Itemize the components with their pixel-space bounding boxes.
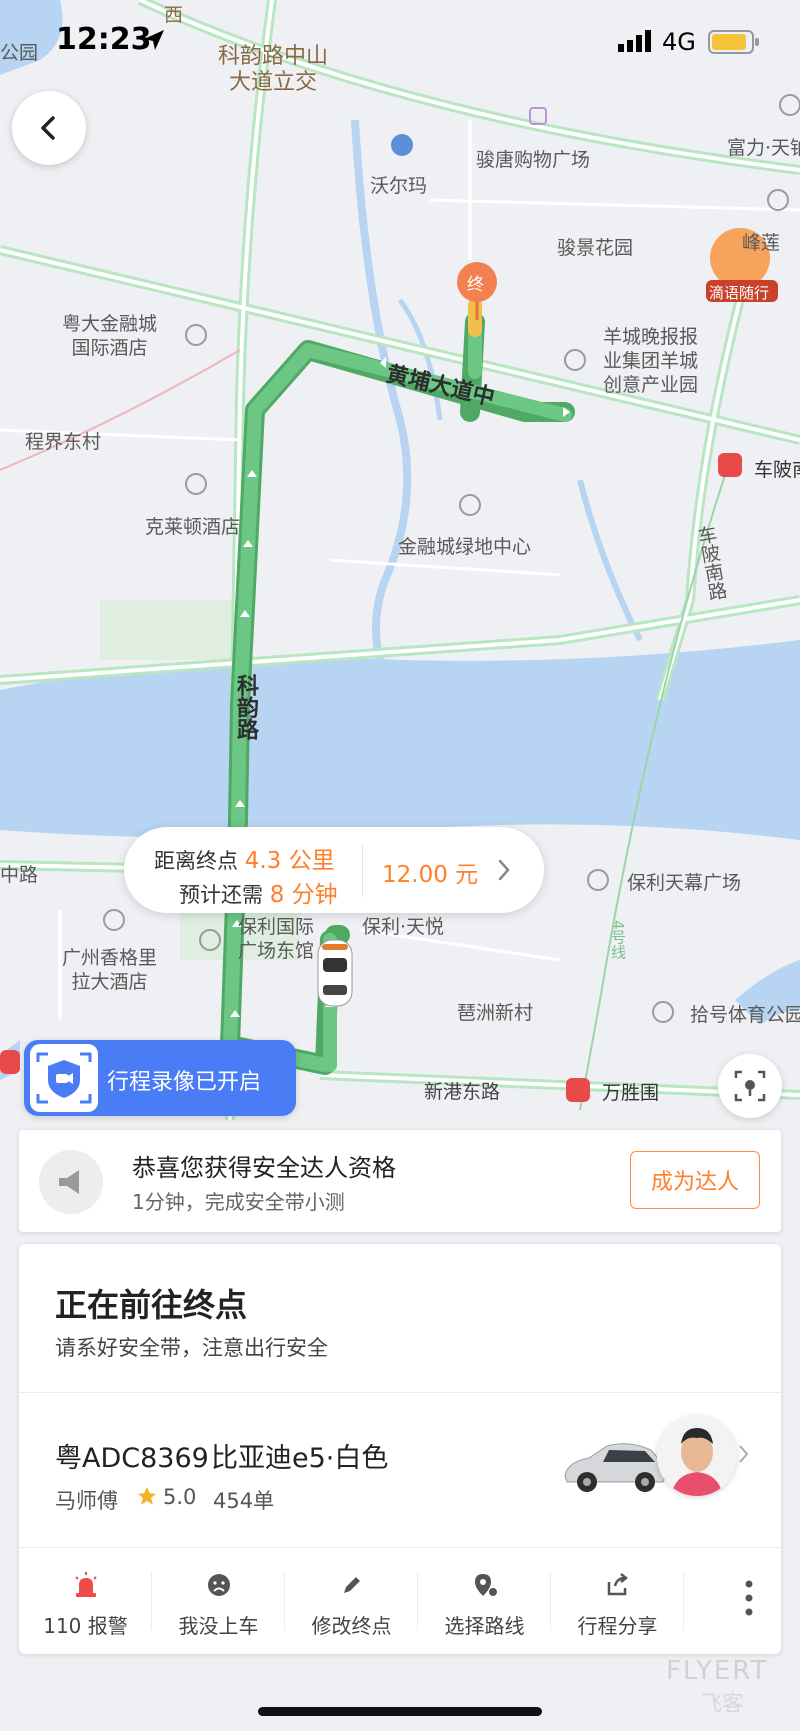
alarm-icon xyxy=(74,1572,97,1597)
megaphone-icon xyxy=(39,1150,103,1214)
watermark: FLYERT xyxy=(666,1656,769,1686)
car-model: 比亚迪e5·白色 xyxy=(211,1443,389,1474)
action-label: 行程分享 xyxy=(577,1614,658,1638)
map-label-keyun-road: 科韵路 xyxy=(233,674,258,740)
distance-prefix: 距离终点 xyxy=(154,849,238,873)
driver-avatar[interactable] xyxy=(657,1416,737,1496)
divider xyxy=(683,1572,684,1630)
bubble-divider xyxy=(362,845,363,897)
network-type: 4G xyxy=(662,28,696,56)
map-label-chengjie: 程界东村 xyxy=(25,431,102,453)
time-remaining: 预计还需 8 分钟 xyxy=(179,875,338,909)
video-camera-icon xyxy=(30,1044,98,1112)
star-icon xyxy=(137,1486,157,1505)
time-prefix: 预计还需 xyxy=(179,883,263,907)
map-label-shangri-la: 广州香格里 拉大酒店 xyxy=(62,947,158,993)
trip-status-card: 正在前往终点 请系好安全带，注意出行安全 粤ADC8369 比亚迪e5·白色 马… xyxy=(19,1244,781,1654)
pencil-icon xyxy=(343,1577,360,1593)
action-choose-route[interactable]: 选择路线 xyxy=(418,1548,551,1654)
distance-remaining: 距离终点 4.3 公里 xyxy=(154,841,335,875)
action-change-destination[interactable]: 修改终点 xyxy=(285,1548,418,1654)
fare-amount[interactable]: 12.00 元 xyxy=(382,855,478,889)
driver-orders: 454单 xyxy=(213,1489,275,1513)
map-label-line4: 4号线 xyxy=(609,920,627,960)
watermark-cn: 飞客 xyxy=(700,1692,745,1717)
map-label-yuecai-hotel: 粤大金融城 国际酒店 xyxy=(62,313,158,359)
signal-icon xyxy=(618,30,651,52)
become-expert-button[interactable]: 成为达人 xyxy=(630,1151,760,1209)
trip-status-subtitle: 请系好安全带，注意出行安全 xyxy=(55,1336,328,1360)
map-label-baoli-east: 保利国际 广场东馆 xyxy=(238,916,315,962)
map-label-junjing-mall: 骏唐购物广场 xyxy=(476,149,591,171)
map-label-yangcheng: 羊城晚报报 业集团羊城 创意产业园 xyxy=(603,326,699,396)
chevron-right-icon[interactable] xyxy=(737,1442,751,1466)
map-label-baoli-tianyue: 保利·天悦 xyxy=(362,916,445,938)
locate-button[interactable] xyxy=(718,1054,782,1118)
action-label: 选择路线 xyxy=(444,1614,525,1638)
chevron-right-icon[interactable] xyxy=(496,857,512,883)
share-icon xyxy=(607,1573,628,1596)
action-not-boarded[interactable]: 我没上车 xyxy=(152,1548,285,1654)
location-arrow-icon xyxy=(144,30,164,50)
action-label: 110 报警 xyxy=(43,1614,128,1638)
more-vertical-icon xyxy=(745,1580,753,1616)
map-label-stadium: 拾号体育公园 xyxy=(690,1004,800,1026)
promo-float-label[interactable]: 滴语随行 xyxy=(709,282,769,303)
chevron-left-icon xyxy=(41,116,55,140)
recording-label: 行程录像已开启 xyxy=(107,1070,262,1095)
map-label-chebei-station: 车陂南 xyxy=(754,459,800,481)
time-value: 8 分钟 xyxy=(269,882,338,908)
route-pin-icon xyxy=(474,1574,497,1596)
trip-recording-banner[interactable]: 行程录像已开启 xyxy=(24,1040,296,1116)
promo-subtitle: 1分钟，完成安全带小测 xyxy=(132,1190,345,1214)
license-plate: 粤ADC8369 xyxy=(55,1443,209,1474)
map-label-wanshengwei: 万胜围 xyxy=(602,1082,660,1104)
map-label-fengli: 峰莲 xyxy=(742,232,781,254)
status-time: 12:23 xyxy=(56,22,152,57)
status-bar: 12:23 4G xyxy=(0,0,800,90)
divider xyxy=(19,1392,781,1393)
map-label-walmart: 沃尔玛 xyxy=(370,175,428,197)
action-bar: 110 报警 我没上车 修改终点 选择路线 行程分享 xyxy=(19,1548,781,1654)
driver-name: 马师傅 xyxy=(55,1489,118,1513)
map-label-junjing-garden: 骏景花园 xyxy=(557,237,634,259)
promo-title: 恭喜您获得安全达人资格 xyxy=(132,1154,396,1182)
sad-face-icon xyxy=(207,1574,230,1596)
map-label-pazhou: 琶洲新村 xyxy=(457,1002,534,1024)
map-label-fuli: 富力·天铂 xyxy=(727,137,800,159)
locate-icon xyxy=(734,1070,766,1102)
back-button[interactable] xyxy=(12,91,86,165)
map-label-poly-sky: 保利天幕广场 xyxy=(627,872,742,894)
map-label-jinrong-green: 金融城绿地中心 xyxy=(398,536,532,558)
destination-marker-label: 终 xyxy=(467,275,484,295)
driver-rating: 5.0 xyxy=(163,1485,197,1509)
action-label: 我没上车 xyxy=(178,1614,259,1638)
map-label-zhonglu: 中路 xyxy=(0,864,39,886)
safety-promo-card[interactable]: 恭喜您获得安全达人资格 1分钟，完成安全带小测 成为达人 xyxy=(19,1130,781,1232)
car-image xyxy=(564,1443,666,1492)
action-label: 修改终点 xyxy=(311,1614,392,1638)
map-label-kelaidun: 克莱顿酒店 xyxy=(145,516,241,538)
more-button[interactable] xyxy=(709,1548,781,1654)
home-indicator[interactable] xyxy=(258,1707,542,1716)
distance-value: 4.3 公里 xyxy=(244,848,335,874)
action-police[interactable]: 110 报警 xyxy=(19,1548,152,1654)
action-share-trip[interactable]: 行程分享 xyxy=(551,1548,684,1654)
trip-info-bubble[interactable]: 距离终点 4.3 公里 预计还需 8 分钟 12.00 元 xyxy=(124,827,544,913)
battery-icon xyxy=(708,30,759,54)
map-label-xingang-road: 新港东路 xyxy=(424,1081,501,1103)
trip-status-title: 正在前往终点 xyxy=(55,1286,248,1324)
